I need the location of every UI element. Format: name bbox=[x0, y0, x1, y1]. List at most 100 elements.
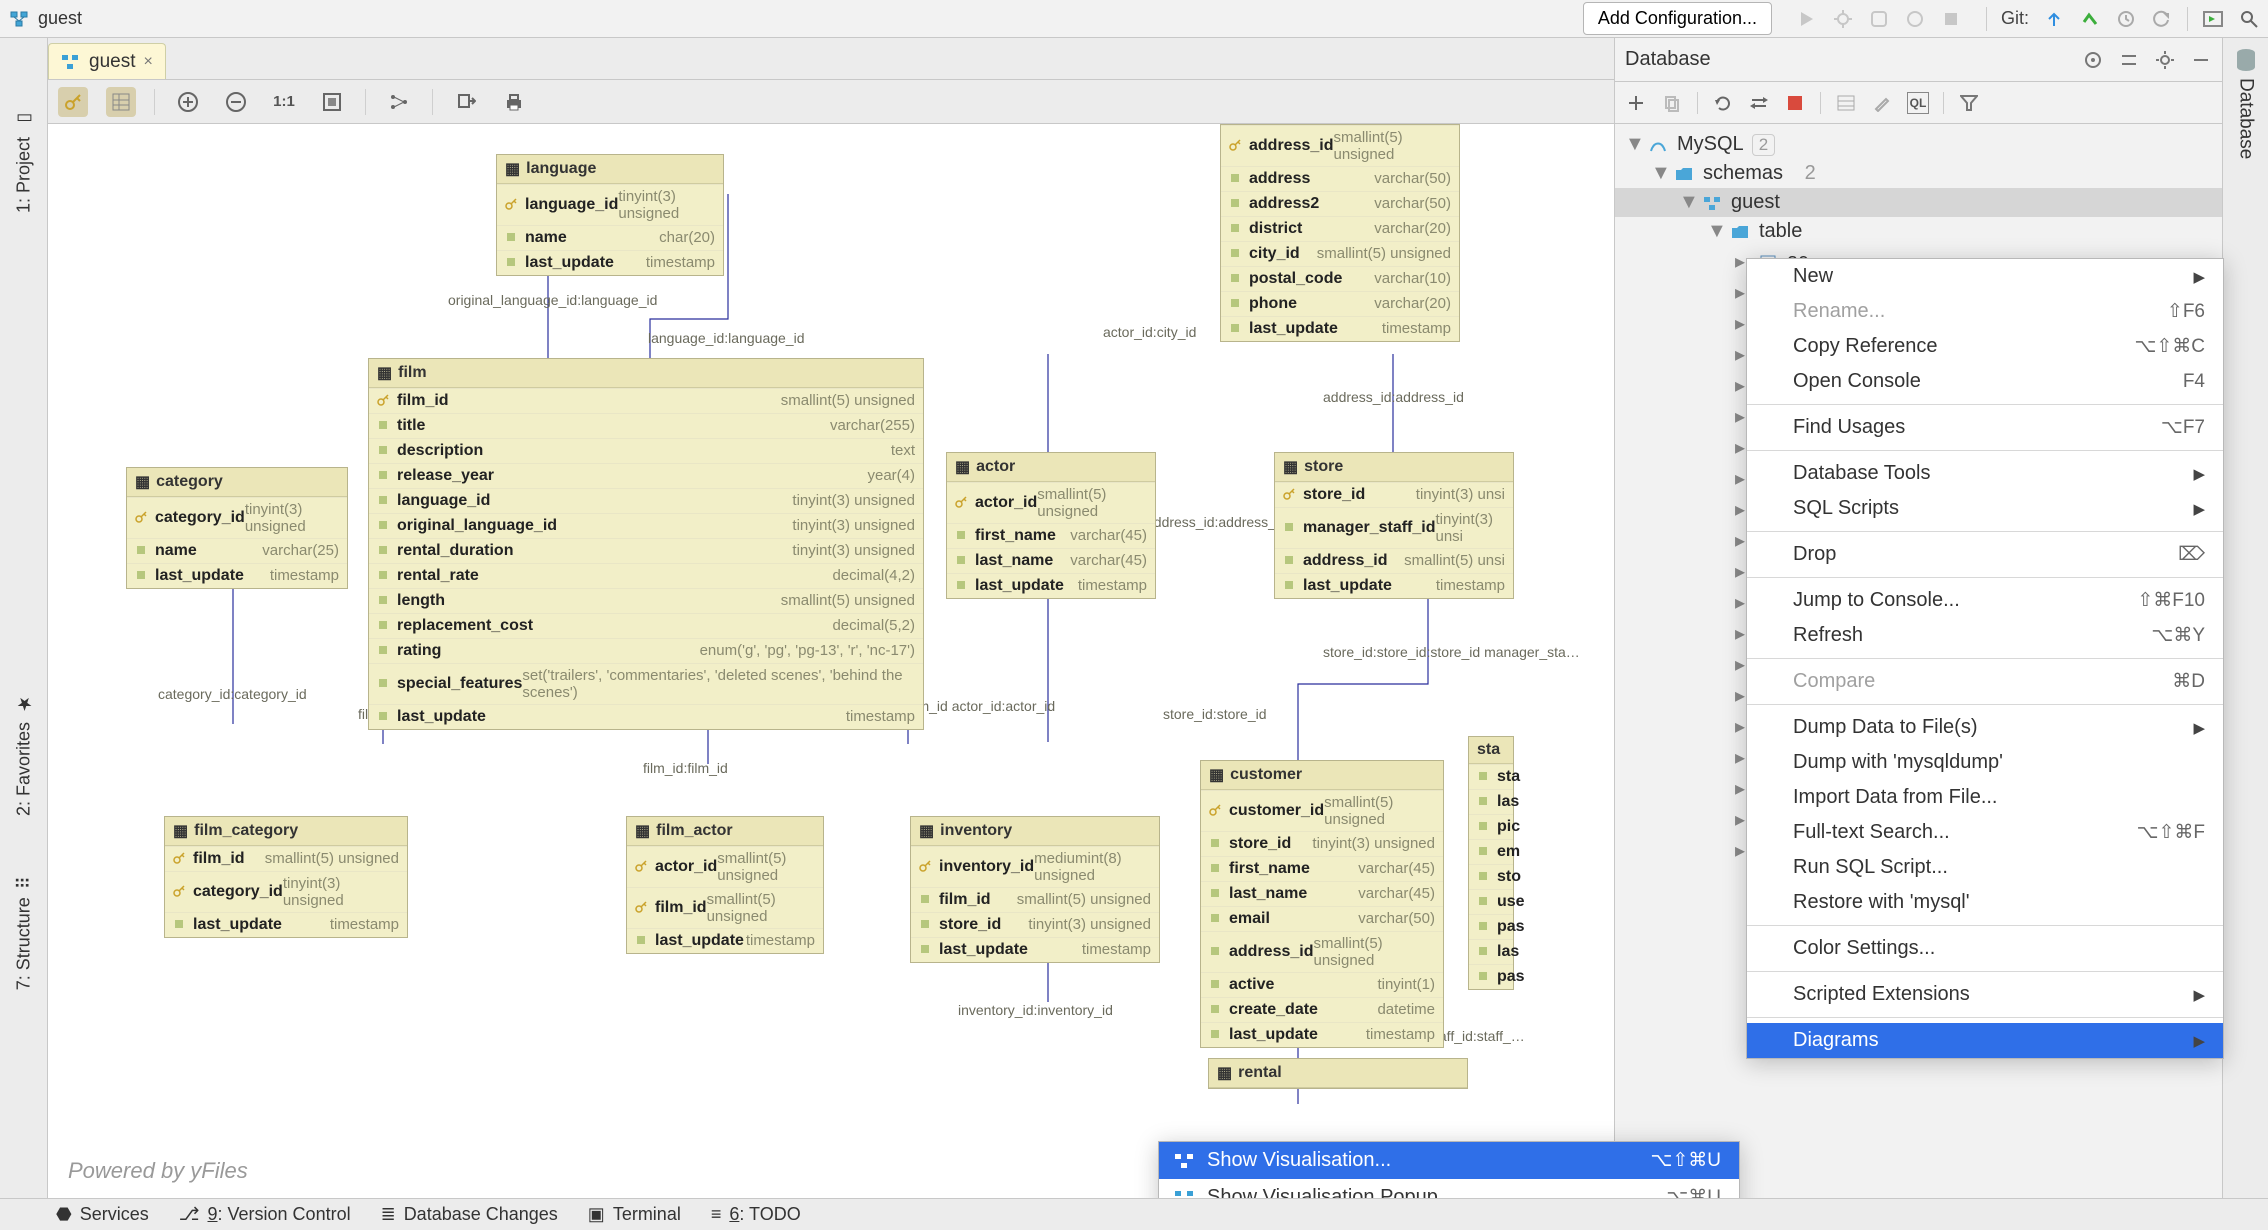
highlight-keys-button[interactable] bbox=[58, 87, 88, 117]
entity-address[interactable]: address_idsmallint(5) unsignedaddressvar… bbox=[1220, 124, 1460, 342]
schema-icon bbox=[1701, 192, 1723, 214]
tab-guest[interactable]: guest × bbox=[48, 43, 166, 79]
grid-view-button[interactable] bbox=[106, 87, 136, 117]
menu-item[interactable]: Dump with 'mysqldump' bbox=[1747, 745, 2223, 780]
entity-customer[interactable]: ▦customer customer_idsmallint(5) unsigne… bbox=[1200, 760, 1444, 1048]
menu-item[interactable]: New▶ bbox=[1747, 259, 2223, 294]
statusbar-vcs[interactable]: ⎇9: Version Control bbox=[179, 1204, 351, 1225]
menu-item[interactable]: Color Settings... bbox=[1747, 931, 2223, 966]
schemas-node[interactable]: ▼schemas 2 bbox=[1615, 159, 2222, 188]
git-update-icon[interactable] bbox=[2043, 8, 2065, 30]
folder-icon bbox=[1673, 163, 1695, 185]
add-datasource-icon[interactable] bbox=[1625, 92, 1647, 114]
menu-item: Compare⌘D bbox=[1747, 664, 2223, 699]
menu-item[interactable]: Refresh⌥⌘Y bbox=[1747, 618, 2223, 653]
stop-introspection-icon[interactable] bbox=[1784, 92, 1806, 114]
toolwindow-favorites[interactable]: 2: Favorites ★ bbox=[13, 693, 35, 816]
export-button[interactable] bbox=[451, 87, 481, 117]
search-icon bbox=[1759, 822, 1781, 844]
star-icon: ★ bbox=[13, 693, 35, 714]
schema-guest-node[interactable]: ▼guest bbox=[1615, 188, 2222, 217]
print-button[interactable] bbox=[499, 87, 529, 117]
entity-actor[interactable]: ▦actor actor_idsmallint(5) unsignedfirst… bbox=[946, 452, 1156, 599]
zoom-out-button[interactable] bbox=[221, 87, 251, 117]
toolwindow-project[interactable]: 1: Project ▭ bbox=[13, 108, 35, 213]
toolwindow-database-label[interactable]: Database bbox=[2235, 72, 2257, 159]
menu-item[interactable]: Restore with 'mysql' bbox=[1747, 885, 2223, 920]
coverage-icon[interactable] bbox=[1868, 8, 1890, 30]
ide-run-anything-icon[interactable] bbox=[2202, 8, 2224, 30]
menu-item[interactable]: SQL Scripts▶ bbox=[1747, 491, 2223, 526]
statusbar-terminal[interactable]: ▣Terminal bbox=[588, 1204, 681, 1225]
menu-item[interactable]: Copy Reference⌥⇧⌘C bbox=[1747, 329, 2223, 364]
close-tab-icon[interactable]: × bbox=[143, 53, 152, 71]
datasource-node[interactable]: ▼MySQL 2 bbox=[1615, 130, 2222, 159]
console-icon[interactable]: QL bbox=[1907, 92, 1929, 114]
actual-size-button[interactable]: 1:1 bbox=[269, 87, 299, 117]
minimize-icon[interactable] bbox=[2190, 49, 2212, 71]
sync-icon[interactable] bbox=[1748, 92, 1770, 114]
schema-context-menu[interactable]: New▶Rename...⇧F6Copy Reference⌥⇧⌘COpen C… bbox=[1746, 258, 2224, 1059]
menu-item[interactable]: Drop⌦ bbox=[1747, 537, 2223, 572]
statusbar-todo[interactable]: ≡6: TODO bbox=[711, 1204, 801, 1225]
entity-inventory[interactable]: ▦inventory inventory_idmediumint(8) unsi… bbox=[910, 816, 1160, 963]
collapse-icon[interactable] bbox=[2118, 49, 2140, 71]
stop-icon[interactable] bbox=[1940, 8, 1962, 30]
layout-button[interactable] bbox=[384, 87, 414, 117]
compare-icon bbox=[1759, 671, 1781, 693]
add-configuration-button[interactable]: Add Configuration... bbox=[1583, 2, 1772, 35]
refresh-icon bbox=[1759, 625, 1781, 647]
zoom-in-button[interactable] bbox=[173, 87, 203, 117]
entity-language[interactable]: ▦language language_idtinyint(3) unsigned… bbox=[496, 154, 724, 276]
entity-truncated-sta[interactable]: sta stalaspicemstousepaslaspas bbox=[1468, 736, 1514, 990]
menu-item[interactable]: Scripted Extensions▶ bbox=[1747, 977, 2223, 1012]
git-history-icon[interactable] bbox=[2115, 8, 2137, 30]
run-icon[interactable] bbox=[1796, 8, 1818, 30]
entity-rental[interactable]: ▦rental bbox=[1208, 1058, 1468, 1089]
download-icon bbox=[1759, 717, 1781, 739]
diagram-icon bbox=[8, 8, 30, 30]
rel-label: language_id:language_id bbox=[648, 330, 804, 346]
entity-film-category[interactable]: ▦film_category film_idsmallint(5) unsign… bbox=[164, 816, 408, 938]
run-toolbar bbox=[1786, 8, 1972, 30]
menu-item[interactable]: Run SQL Script... bbox=[1747, 850, 2223, 885]
gear-icon[interactable] bbox=[2154, 49, 2176, 71]
table-icon: ▦ bbox=[1283, 457, 1298, 477]
menu-item[interactable]: Full-text Search...⌥⇧⌘F bbox=[1747, 815, 2223, 850]
copy-icon[interactable] bbox=[1661, 92, 1683, 114]
rel-label: actor_id:city_id bbox=[1103, 324, 1196, 340]
database-toolwindow-icon[interactable] bbox=[2235, 50, 2257, 72]
menu-item[interactable]: Database Tools▶ bbox=[1747, 456, 2223, 491]
menu-item[interactable]: Dump Data to File(s)▶ bbox=[1747, 710, 2223, 745]
debug-icon[interactable] bbox=[1832, 8, 1854, 30]
tables-node[interactable]: ▼table bbox=[1615, 217, 2222, 246]
git-revert-icon[interactable] bbox=[2151, 8, 2173, 30]
submenu-item[interactable]: Show Visualisation...⌥⇧⌘U bbox=[1159, 1142, 1739, 1179]
edit-icon[interactable] bbox=[1871, 92, 1893, 114]
git-label: Git: bbox=[2001, 8, 2029, 29]
menu-item[interactable]: Jump to Console...⇧⌘F10 bbox=[1747, 583, 2223, 618]
profile-icon[interactable] bbox=[1904, 8, 1926, 30]
entity-store[interactable]: ▦store store_idtinyint(3) unsimanager_st… bbox=[1274, 452, 1514, 599]
db-icon: ≣ bbox=[381, 1204, 396, 1225]
entity-film[interactable]: ▦film film_idsmallint(5) unsignedtitleva… bbox=[368, 358, 924, 730]
git-commit-icon[interactable] bbox=[2079, 8, 2101, 30]
entity-film-actor[interactable]: ▦film_actor actor_idsmallint(5) unsigned… bbox=[626, 816, 824, 954]
target-icon[interactable] bbox=[2082, 49, 2104, 71]
entity-category[interactable]: ▦category category_idtinyint(3) unsigned… bbox=[126, 467, 348, 589]
table-icon: ▦ bbox=[1209, 765, 1224, 785]
menu-item[interactable]: Diagrams▶ bbox=[1747, 1023, 2223, 1058]
menu-item[interactable]: Import Data from File... bbox=[1747, 780, 2223, 815]
menu-item: Rename...⇧F6 bbox=[1747, 294, 2223, 329]
filter-icon[interactable] bbox=[1958, 92, 1980, 114]
table-view-icon[interactable] bbox=[1835, 92, 1857, 114]
menu-item[interactable]: Open ConsoleF4 bbox=[1747, 364, 2223, 399]
statusbar-db-changes[interactable]: ≣Database Changes bbox=[381, 1204, 558, 1225]
search-everywhere-icon[interactable] bbox=[2238, 8, 2260, 30]
toolwindow-structure[interactable]: 7: Structure ⠿ bbox=[13, 876, 35, 990]
menu-item[interactable]: Find Usages⌥F7 bbox=[1747, 410, 2223, 445]
breadcrumb-project[interactable]: guest bbox=[38, 8, 82, 29]
statusbar-services[interactable]: ⬣Services bbox=[56, 1204, 149, 1225]
fit-content-button[interactable] bbox=[317, 87, 347, 117]
refresh-icon[interactable] bbox=[1712, 92, 1734, 114]
